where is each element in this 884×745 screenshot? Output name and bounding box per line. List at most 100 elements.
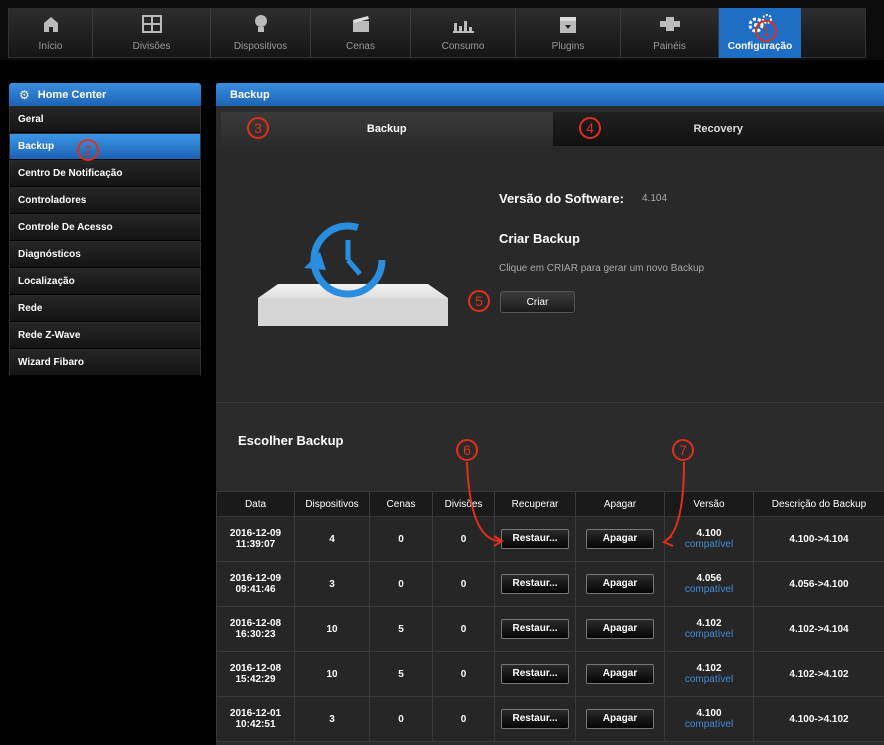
nav-plugins[interactable]: Plugins	[516, 8, 621, 58]
delete-button[interactable]: Apagar	[586, 709, 654, 729]
row-date: 2016-12-09 09:41:46	[216, 561, 295, 607]
nav-inicio[interactable]: Início	[9, 8, 93, 58]
main-nav: Início Divisões Dispositivos Cenas Consu…	[8, 8, 866, 58]
nav-label: Painéis	[653, 41, 686, 52]
row-date: 2016-12-08 16:30:23	[216, 606, 295, 652]
row-date: 2016-12-08 15:42:29	[216, 651, 295, 697]
nav-cenas[interactable]: Cenas	[311, 8, 411, 58]
row-rooms: 0	[432, 651, 495, 697]
row-version: 4.102 compatível	[664, 606, 754, 652]
delete-button[interactable]: Apagar	[586, 619, 654, 639]
table-row: 2016-12-08 15:42:29 10 5 0 Restaur... Apa…	[216, 651, 884, 697]
version-value: 4.104	[642, 193, 668, 204]
row-restore-cell: Restaur...	[494, 651, 576, 697]
sidebar-title: Home Center	[37, 88, 107, 101]
version-label: Versão do Software:	[499, 191, 624, 206]
row-restore-cell: Restaur...	[494, 606, 576, 652]
tab-bar: Backup Recovery	[221, 112, 884, 146]
delete-button[interactable]: Apagar	[586, 529, 654, 549]
row-delete-cell: Apagar	[575, 516, 665, 562]
table-row: 2016-12-09 09:41:46 3 0 0 Restaur... Apag…	[216, 561, 884, 607]
create-backup-hint: Clique em CRIAR para gerar um novo Backu…	[499, 263, 705, 274]
plugin-box-icon	[555, 14, 581, 34]
bulb-icon	[248, 14, 274, 34]
row-description: 4.102->4.102	[753, 651, 884, 697]
tab-backup[interactable]: Backup	[221, 112, 553, 146]
row-restore-cell: Restaur...	[494, 516, 576, 562]
annotation-marker: 1	[755, 20, 777, 42]
restore-button[interactable]: Restaur...	[501, 664, 569, 684]
row-version: 4.102 compatível	[664, 651, 754, 697]
create-backup-panel: Versão do Software: 4.104 Criar Backup C…	[216, 146, 884, 403]
row-version: 4.100 compatível	[664, 516, 754, 562]
row-description: 4.102->4.104	[753, 606, 884, 652]
sidebar-item-geral[interactable]: Geral	[9, 106, 201, 133]
col-header-apagar: Apagar	[575, 491, 665, 517]
nav-label: Plugins	[551, 41, 585, 52]
clapper-icon	[348, 14, 374, 34]
top-bar: Início Divisões Dispositivos Cenas Consu…	[0, 0, 884, 60]
rooms-icon	[139, 14, 165, 34]
annotation-marker: 3	[247, 117, 269, 139]
row-delete-cell: Apagar	[575, 696, 665, 742]
tab-recovery[interactable]: Recovery	[552, 112, 884, 146]
sidebar-item-localizacao[interactable]: Localização	[9, 268, 201, 295]
restore-button[interactable]: Restaur...	[501, 619, 569, 639]
main-panel: Backup Backup Recovery Versão do Softwar…	[216, 83, 884, 745]
backup-device-illustration	[238, 218, 458, 353]
col-header-versao: Versão	[664, 491, 754, 517]
row-delete-cell: Apagar	[575, 561, 665, 607]
row-devices: 3	[294, 561, 370, 607]
sidebar-item-controladores[interactable]: Controladores	[9, 187, 201, 214]
restore-button[interactable]: Restaur...	[501, 574, 569, 594]
annotation-marker: 7	[672, 439, 694, 461]
nav-label: Configuração	[727, 41, 793, 52]
sidebar-item-diagnosticos[interactable]: Diagnósticos	[9, 241, 201, 268]
row-date: 2016-12-09 11:39:07	[216, 516, 295, 562]
row-rooms: 0	[432, 696, 495, 742]
page-title: Backup	[216, 83, 884, 106]
sidebar-item-wizard[interactable]: Wizard Fibaro	[9, 349, 201, 376]
table-row: 2016-12-09 11:39:07 4 0 0 Restaur... Apag…	[216, 516, 884, 562]
compat-link[interactable]: compatível	[665, 539, 753, 550]
row-version: 4.056 compatível	[664, 561, 754, 607]
row-date: 2016-12-01 10:42:51	[216, 696, 295, 742]
row-rooms: 0	[432, 516, 495, 562]
choose-backup-title: Escolher Backup	[238, 433, 344, 448]
compat-link[interactable]: compatível	[665, 719, 753, 730]
nav-dispositivos[interactable]: Dispositivos	[211, 8, 311, 58]
nav-paineis[interactable]: Painéis	[621, 8, 719, 58]
table-row: 2016-12-08 16:30:23 10 5 0 Restaur... Apa…	[216, 606, 884, 652]
row-restore-cell: Restaur...	[494, 696, 576, 742]
restore-button[interactable]: Restaur...	[501, 529, 569, 549]
col-header-data: Data	[216, 491, 295, 517]
sidebar-item-rede[interactable]: Rede	[9, 295, 201, 322]
nav-label: Consumo	[441, 41, 485, 52]
compat-link[interactable]: compatível	[665, 674, 753, 685]
row-scenes: 0	[369, 516, 433, 562]
sidebar-item-backup[interactable]: Backup	[9, 133, 201, 160]
sidebar-item-acesso[interactable]: Controle De Acesso	[9, 214, 201, 241]
restore-button[interactable]: Restaur...	[501, 709, 569, 729]
sidebar-item-rede-zwave[interactable]: Rede Z-Wave	[9, 322, 201, 349]
annotation-marker: 2	[77, 139, 99, 161]
compat-link[interactable]: compatível	[665, 584, 753, 595]
row-devices: 10	[294, 651, 370, 697]
chart-icon	[450, 14, 476, 34]
nav-label: Início	[38, 41, 63, 52]
nav-consumo[interactable]: Consumo	[411, 8, 516, 58]
nav-divisoes[interactable]: Divisões	[93, 8, 211, 58]
create-button[interactable]: Criar	[500, 291, 575, 313]
col-header-divisoes: Divisões	[432, 491, 495, 517]
delete-button[interactable]: Apagar	[586, 664, 654, 684]
sidebar-item-notificacao[interactable]: Centro De Notificação	[9, 160, 201, 187]
table-header-row: Data Dispositivos Cenas Divisões Recuper…	[216, 491, 884, 517]
delete-button[interactable]: Apagar	[586, 574, 654, 594]
gear-icon: ⚙	[19, 87, 30, 102]
create-backup-title: Criar Backup	[499, 231, 580, 246]
annotation-marker: 5	[468, 290, 490, 312]
compat-link[interactable]: compatível	[665, 629, 753, 640]
row-version: 4.100 compatível	[664, 696, 754, 742]
nav-label: Dispositivos	[233, 41, 288, 52]
row-description: 4.056->4.100	[753, 561, 884, 607]
